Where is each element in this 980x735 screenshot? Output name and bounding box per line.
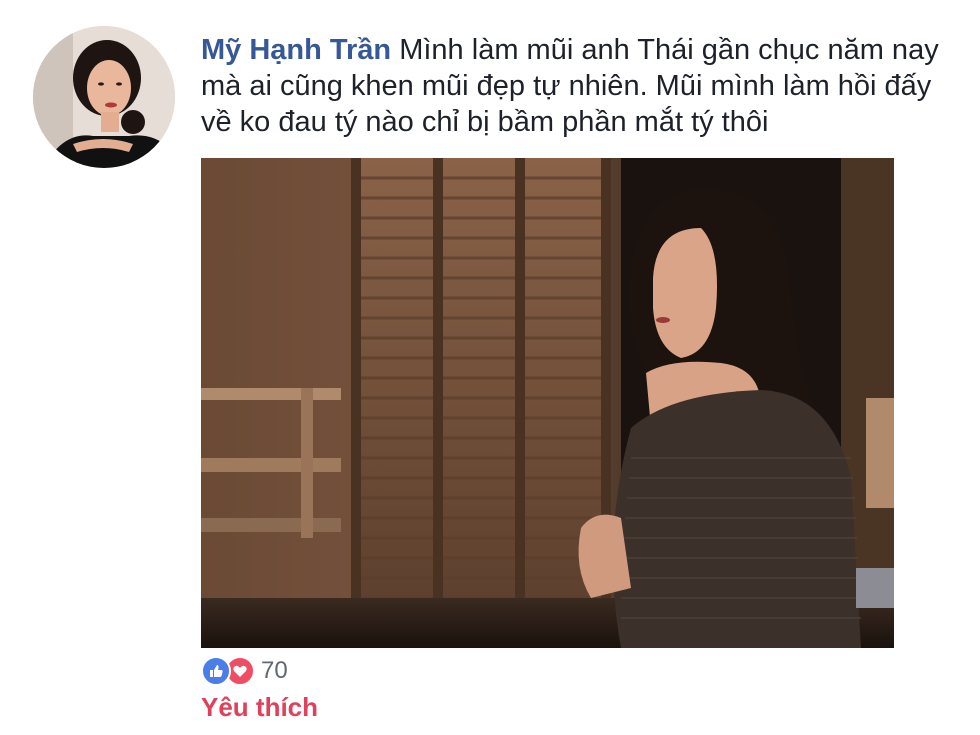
attached-photo[interactable] bbox=[201, 158, 894, 648]
comment: Mỹ Hạnh Trần Mình làm mũi anh Thái gần c… bbox=[0, 0, 980, 735]
comment-text: Mỹ Hạnh Trần Mình làm mũi anh Thái gần c… bbox=[201, 32, 946, 140]
photo-image bbox=[201, 158, 894, 648]
avatar[interactable] bbox=[33, 26, 175, 168]
author-name[interactable]: Mỹ Hạnh Trần bbox=[201, 34, 391, 66]
reaction-summary[interactable]: 70 bbox=[201, 656, 288, 686]
avatar-photo bbox=[33, 26, 175, 168]
love-reaction-button[interactable]: Yêu thích bbox=[201, 692, 318, 723]
comment-body: Mỹ Hạnh Trần Mình làm mũi anh Thái gần c… bbox=[201, 32, 961, 140]
reaction-count: 70 bbox=[261, 657, 288, 684]
like-icon bbox=[201, 656, 231, 686]
